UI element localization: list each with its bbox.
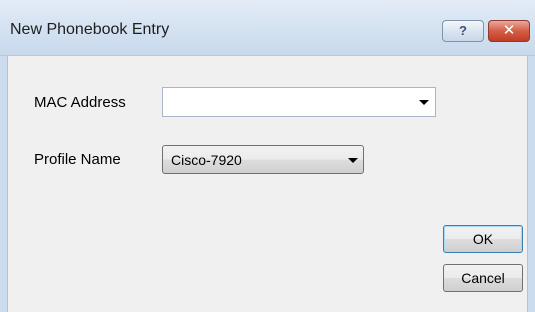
profile-name-label: Profile Name: [34, 151, 121, 168]
close-button[interactable]: ✕: [488, 20, 530, 42]
mac-address-label: MAC Address: [34, 94, 126, 111]
window-frame-right: [527, 56, 535, 312]
profile-name-value: Cisco-7920: [171, 152, 242, 168]
chevron-down-icon[interactable]: [419, 100, 429, 105]
mac-address-combobox[interactable]: [162, 87, 436, 117]
ok-button[interactable]: OK: [443, 225, 523, 253]
close-icon: ✕: [502, 22, 516, 39]
title-bar[interactable]: New Phonebook Entry ? ✕: [0, 0, 535, 56]
help-icon: ?: [459, 23, 467, 38]
phonebook-dialog: New Phonebook Entry ? ✕ MAC Address Prof…: [0, 0, 535, 312]
window-title: New Phonebook Entry: [10, 21, 170, 38]
profile-name-select[interactable]: Cisco-7920: [162, 145, 364, 174]
mac-address-input[interactable]: [163, 88, 411, 116]
cancel-button[interactable]: Cancel: [443, 264, 523, 292]
chevron-down-icon[interactable]: [348, 158, 358, 163]
window-frame-left: [0, 56, 8, 312]
help-button[interactable]: ?: [442, 20, 484, 42]
